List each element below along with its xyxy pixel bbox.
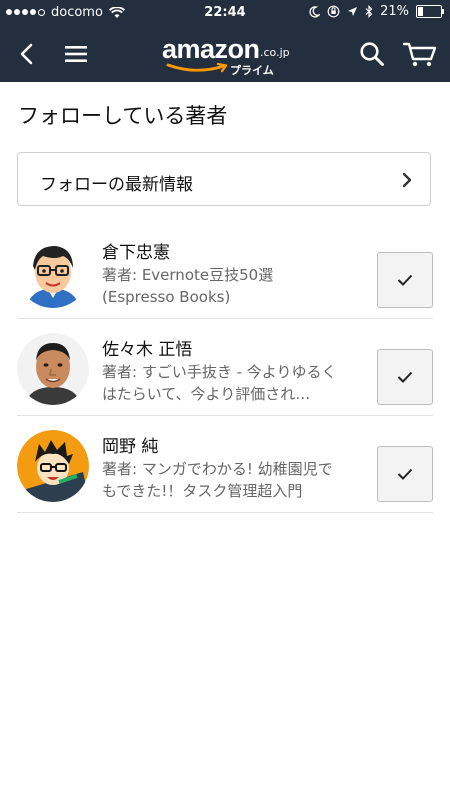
battery-icon	[416, 5, 444, 18]
logo-domain: .co.jp	[260, 46, 290, 59]
author-row[interactable]: 岡野 純 著者: マンガでわかる! 幼稚園児でもできた!！タスク管理超入門	[17, 416, 433, 513]
checkmark-icon	[397, 371, 413, 383]
latest-updates-link[interactable]: フォローの最新情報	[17, 152, 431, 206]
back-icon	[20, 43, 33, 65]
author-name[interactable]: 倉下忠憲	[102, 238, 170, 263]
author-avatar[interactable]	[17, 236, 89, 308]
follow-toggle-button[interactable]	[377, 252, 433, 308]
man-portrait-avatar-icon	[17, 333, 89, 405]
status-right: 21%	[309, 4, 444, 19]
nav-bar: amazon .co.jp プライム	[0, 26, 450, 82]
author-books: 著者: Evernote豆技50選 (Espresso Books)	[102, 266, 274, 306]
cart-button[interactable]	[400, 36, 440, 72]
author-row[interactable]: 倉下忠憲 著者: Evernote豆技50選 (Espresso Books)	[17, 222, 433, 319]
search-icon	[360, 42, 384, 66]
author-name[interactable]: 岡野 純	[102, 432, 158, 457]
manga-character-avatar-icon	[17, 430, 89, 502]
back-button[interactable]	[8, 36, 44, 72]
battery-percent: 21%	[380, 4, 409, 19]
author-avatar[interactable]	[17, 333, 89, 405]
author-books: 著者: マンガでわかる! 幼稚園児でもできた!！タスク管理超入門	[102, 460, 333, 500]
status-bar: docomo 22:44 21%	[0, 0, 450, 26]
logo-prime-label: プライム	[230, 64, 274, 77]
latest-updates-label: フォローの最新情報	[40, 175, 193, 195]
bluetooth-icon	[365, 5, 373, 18]
cartoon-man-avatar-icon	[17, 236, 89, 308]
chevron-right-icon	[402, 172, 412, 188]
battery-fill	[418, 7, 423, 16]
menu-button[interactable]	[58, 36, 94, 72]
follow-toggle-button[interactable]	[377, 349, 433, 405]
search-button[interactable]	[354, 36, 390, 72]
author-books: 著者: すごい手抜き - 今よりゆるくはたらいて、今より評価され…	[102, 363, 337, 403]
rotation-lock-icon	[327, 5, 340, 18]
menu-icon	[65, 46, 87, 62]
moon-icon	[309, 5, 321, 18]
author-row[interactable]: 佐々木 正悟 著者: すごい手抜き - 今よりゆるくはたらいて、今より評価され…	[17, 319, 433, 416]
author-name[interactable]: 佐々木 正悟	[102, 335, 192, 360]
author-avatar[interactable]	[17, 430, 89, 502]
cart-icon	[403, 42, 437, 67]
page-title: フォローしている著者	[18, 104, 228, 128]
checkmark-icon	[397, 274, 413, 286]
follow-toggle-button[interactable]	[377, 446, 433, 502]
location-icon	[348, 7, 358, 16]
checkmark-icon	[397, 468, 413, 480]
logo-smile-icon	[166, 62, 228, 73]
author-list: 倉下忠憲 著者: Evernote豆技50選 (Espresso Books) …	[17, 222, 433, 513]
logo-word: amazon	[162, 34, 260, 64]
amazon-prime-logo[interactable]: amazon .co.jp プライム	[160, 32, 300, 77]
